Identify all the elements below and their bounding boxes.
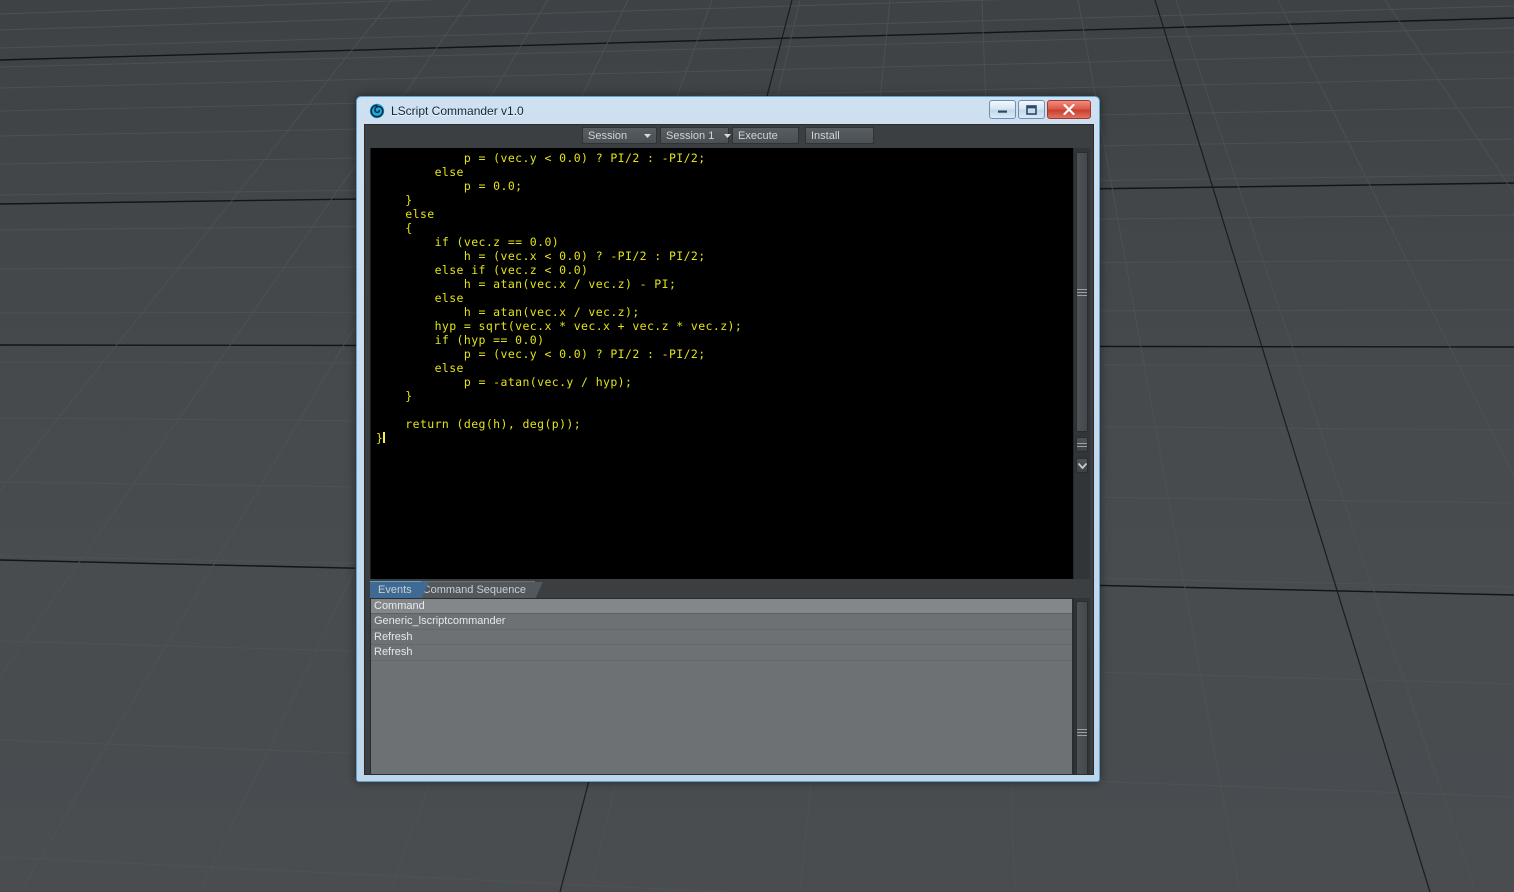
lscript-logo-icon [369, 103, 385, 118]
session-select-dropdown[interactable]: Session 1 [660, 127, 732, 144]
minimize-button[interactable] [989, 100, 1016, 119]
tab-events[interactable]: Events [370, 581, 429, 599]
maximize-icon [1026, 104, 1037, 115]
code-text-area[interactable]: p = (vec.y < 0.0) ? PI/2 : -PI/2; else p… [370, 148, 1073, 579]
code-content: p = (vec.y < 0.0) ? PI/2 : -PI/2; else p… [376, 151, 743, 445]
command-list[interactable]: Command Generic_lscriptcommander Refresh… [370, 598, 1073, 774]
lscript-commander-window[interactable]: LScript Commander v1.0 Session Session 1… [356, 96, 1100, 782]
command-list-panel[interactable]: Command Generic_lscriptcommander Refresh… [370, 598, 1090, 774]
script-editor[interactable]: p = (vec.y < 0.0) ? PI/2 : -PI/2; else p… [370, 148, 1090, 579]
editor-scroll-grip-button[interactable] [1076, 437, 1088, 452]
chevron-down-icon [644, 133, 651, 138]
editor-scroll-down-button[interactable] [1076, 458, 1088, 473]
panel-tabs[interactable]: Events Command Sequence [370, 581, 1073, 599]
client-area: Session Session 1 Execute Install p = (v… [364, 124, 1094, 775]
command-column-header: Command [371, 599, 1072, 614]
session-type-dropdown[interactable]: Session [582, 127, 657, 144]
close-icon [1063, 104, 1075, 115]
session-select-value: Session 1 [666, 129, 715, 142]
scrollbar-grip-icon [1077, 727, 1087, 738]
titlebar[interactable]: LScript Commander v1.0 [364, 97, 1092, 124]
minimize-icon [998, 110, 1007, 113]
scrollbar-grip-icon [1077, 287, 1087, 298]
table-row[interactable]: Refresh [371, 630, 1072, 645]
table-row[interactable]: Generic_lscriptcommander [371, 614, 1072, 630]
toolbar: Session Session 1 Execute Install [365, 125, 1093, 146]
text-caret [383, 432, 386, 443]
editor-vertical-scrollbar[interactable] [1073, 148, 1090, 579]
install-button[interactable]: Install [805, 127, 874, 144]
execute-button[interactable]: Execute [732, 127, 799, 144]
maximize-button[interactable] [1018, 100, 1045, 119]
scrollbar-grip-icon [1077, 441, 1087, 449]
table-row[interactable]: Refresh [371, 645, 1072, 661]
window-controls[interactable] [989, 100, 1091, 119]
list-vertical-scrollbar[interactable] [1073, 598, 1090, 774]
list-scrollbar-thumb[interactable] [1076, 601, 1088, 774]
chevron-down-icon [724, 133, 732, 138]
chevron-down-icon [1077, 462, 1087, 469]
tab-command-sequence[interactable]: Command Sequence [414, 581, 544, 599]
window-title: LScript Commander v1.0 [391, 103, 524, 118]
editor-scrollbar-thumb[interactable] [1076, 152, 1088, 432]
session-type-value: Session [588, 129, 628, 142]
close-button[interactable] [1047, 100, 1091, 119]
